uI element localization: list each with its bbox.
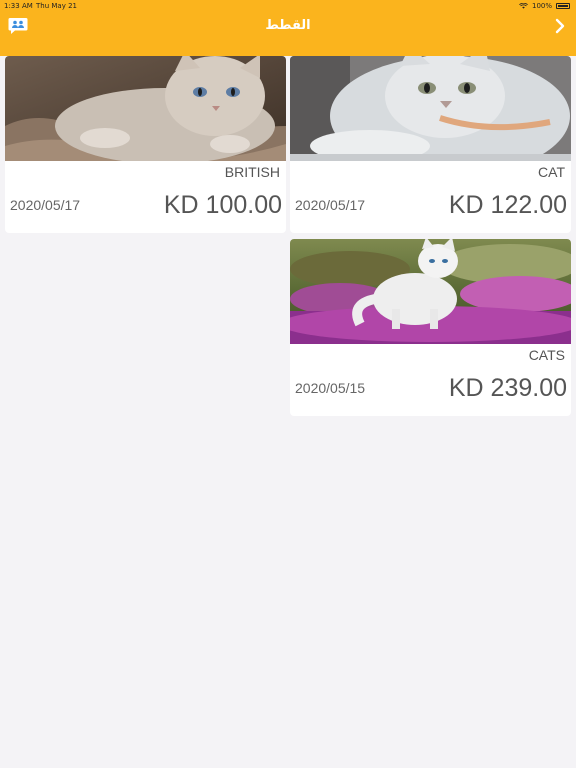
listing-price: KD 122.00 <box>448 191 567 219</box>
page-title: القطط <box>265 18 311 33</box>
listing-date: 2020/05/17 <box>10 197 81 213</box>
listing-name: CATS <box>528 347 565 363</box>
wifi-icon <box>519 3 528 9</box>
status-time: 1:33 AM <box>4 2 33 10</box>
listing-name: BRITISH <box>224 164 280 180</box>
status-right: 100% <box>519 0 570 12</box>
listing-photo <box>290 239 571 344</box>
listing-photo <box>5 56 286 161</box>
listing-date: 2020/05/15 <box>295 380 366 396</box>
listing-name: CAT <box>538 164 565 180</box>
listing-card[interactable]: BRITISH 2020/05/17 KD 100.00 <box>5 56 286 233</box>
listing-card[interactable]: CAT 2020/05/17 KD 122.00 <box>290 56 571 233</box>
listing-price: KD 100.00 <box>163 191 282 219</box>
status-date: Thu May 21 <box>36 2 77 10</box>
listing-date: 2020/05/17 <box>295 197 366 213</box>
chevron-right-icon[interactable] <box>554 18 566 34</box>
battery-percent: 100% <box>531 2 552 10</box>
listing-price: KD 239.00 <box>448 374 567 402</box>
listing-photo <box>290 56 571 161</box>
status-bar: 1:33 AM Thu May 21 100% <box>0 0 576 12</box>
listing-card[interactable]: CATS 2020/05/15 KD 239.00 <box>290 239 571 416</box>
battery-icon <box>556 3 570 9</box>
